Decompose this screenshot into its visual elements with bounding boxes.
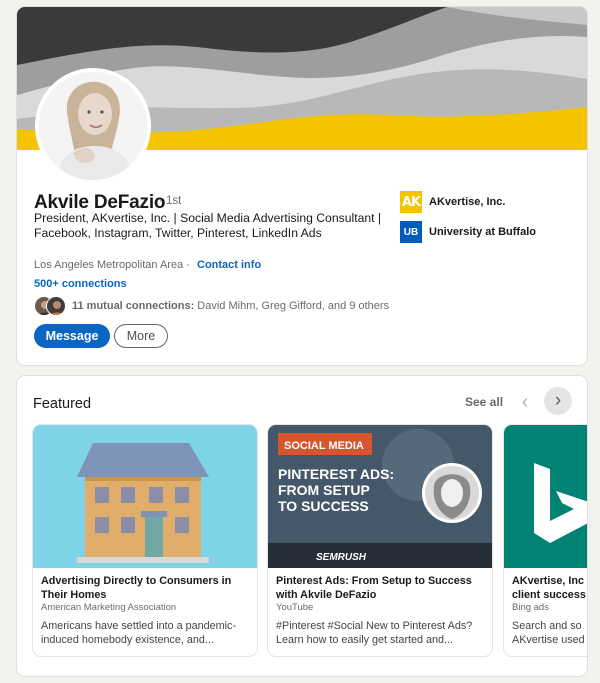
- mutual-count: 11 mutual connections:: [72, 300, 195, 312]
- thumb-headline-1: PINTEREST ADS:: [278, 466, 394, 482]
- featured-thumbnail-pinterest-ads: SOCIAL MEDIA PINTEREST ADS: FROM SETUP T…: [268, 425, 492, 568]
- featured-item-description-line-1: Search and so: [512, 620, 582, 632]
- profile-photo: [39, 72, 147, 180]
- org-name: AKvertise, Inc.: [429, 196, 506, 208]
- profile-location-row: Los Angeles Metropolitan Area · Contact …: [34, 259, 261, 271]
- mutual-names: David Mihm, Greg Gifford, and 9 others: [194, 300, 390, 312]
- featured-item-title: AKvertise, Inc client success: [512, 574, 587, 602]
- more-button[interactable]: More: [114, 324, 168, 348]
- mutual-connection-avatars[interactable]: [34, 296, 68, 316]
- connections-link[interactable]: 500+ connections: [34, 278, 127, 290]
- mutual-avatar: [46, 296, 66, 316]
- featured-item-title: Pinterest Ads: From Setup to Success wit…: [276, 575, 472, 601]
- featured-item-title-line-1: AKvertise, Inc: [512, 575, 585, 587]
- org-university-at-buffalo[interactable]: UB University at Buffalo: [400, 221, 536, 243]
- profile-card: Akvile DeFazio · 1st President, AKvertis…: [17, 7, 587, 365]
- thumb-headline-3: TO SUCCESS: [278, 498, 369, 514]
- thumb-tag: SOCIAL MEDIA: [284, 440, 364, 452]
- university-at-buffalo-logo-icon: UB: [400, 221, 422, 243]
- featured-title: Featured: [33, 396, 92, 412]
- featured-thumbnail-house: [33, 425, 257, 568]
- featured-item-source: American Marketing Association: [41, 602, 177, 613]
- bing-logo-icon: [504, 425, 587, 568]
- featured-section: Featured See all ‹ › Advertising Directl…: [17, 376, 587, 676]
- profile-location: Los Angeles Metropolitan Area ·: [34, 259, 190, 271]
- org-akvertise[interactable]: AK AKvertise, Inc.: [400, 191, 505, 213]
- mutual-connections-text[interactable]: 11 mutual connections: David Mihm, Greg …: [72, 300, 389, 312]
- featured-item-description: Americans have settled into a pandemic-i…: [41, 620, 237, 646]
- profile-avatar[interactable]: [35, 68, 151, 184]
- featured-item-description: Search and so AKvertise used: [512, 619, 587, 647]
- featured-item[interactable]: AKvertise, Inc client success Bing ads S…: [504, 425, 587, 656]
- featured-item[interactable]: Advertising Directly to Consumers in The…: [33, 425, 257, 656]
- akvertise-logo-icon: AK: [400, 191, 422, 213]
- thumb-headline-2: FROM SETUP: [278, 482, 370, 498]
- contact-info-link[interactable]: Contact info: [197, 259, 261, 271]
- featured-item-description-line-2: AKvertise used: [512, 634, 585, 646]
- org-name: University at Buffalo: [429, 226, 536, 238]
- featured-item[interactable]: SOCIAL MEDIA PINTEREST ADS: FROM SETUP T…: [268, 425, 492, 656]
- profile-headline: President, AKvertise, Inc. | Social Medi…: [34, 211, 382, 240]
- featured-item-source: YouTube: [276, 602, 314, 613]
- featured-item-source: Bing ads: [512, 602, 549, 613]
- featured-item-description: #Pinterest #Social New to Pinterest Ads?…: [276, 620, 473, 646]
- featured-item-title-line-2: client success: [512, 589, 586, 601]
- see-all-link[interactable]: See all: [465, 395, 503, 409]
- connection-degree: · 1st: [159, 195, 182, 207]
- thumb-brand: SEMRUSH: [316, 552, 367, 563]
- featured-item-title: Advertising Directly to Consumers in The…: [41, 575, 232, 601]
- chevron-right-icon[interactable]: ›: [544, 387, 572, 415]
- chevron-left-icon[interactable]: ‹: [514, 389, 536, 415]
- message-button[interactable]: Message: [34, 324, 110, 348]
